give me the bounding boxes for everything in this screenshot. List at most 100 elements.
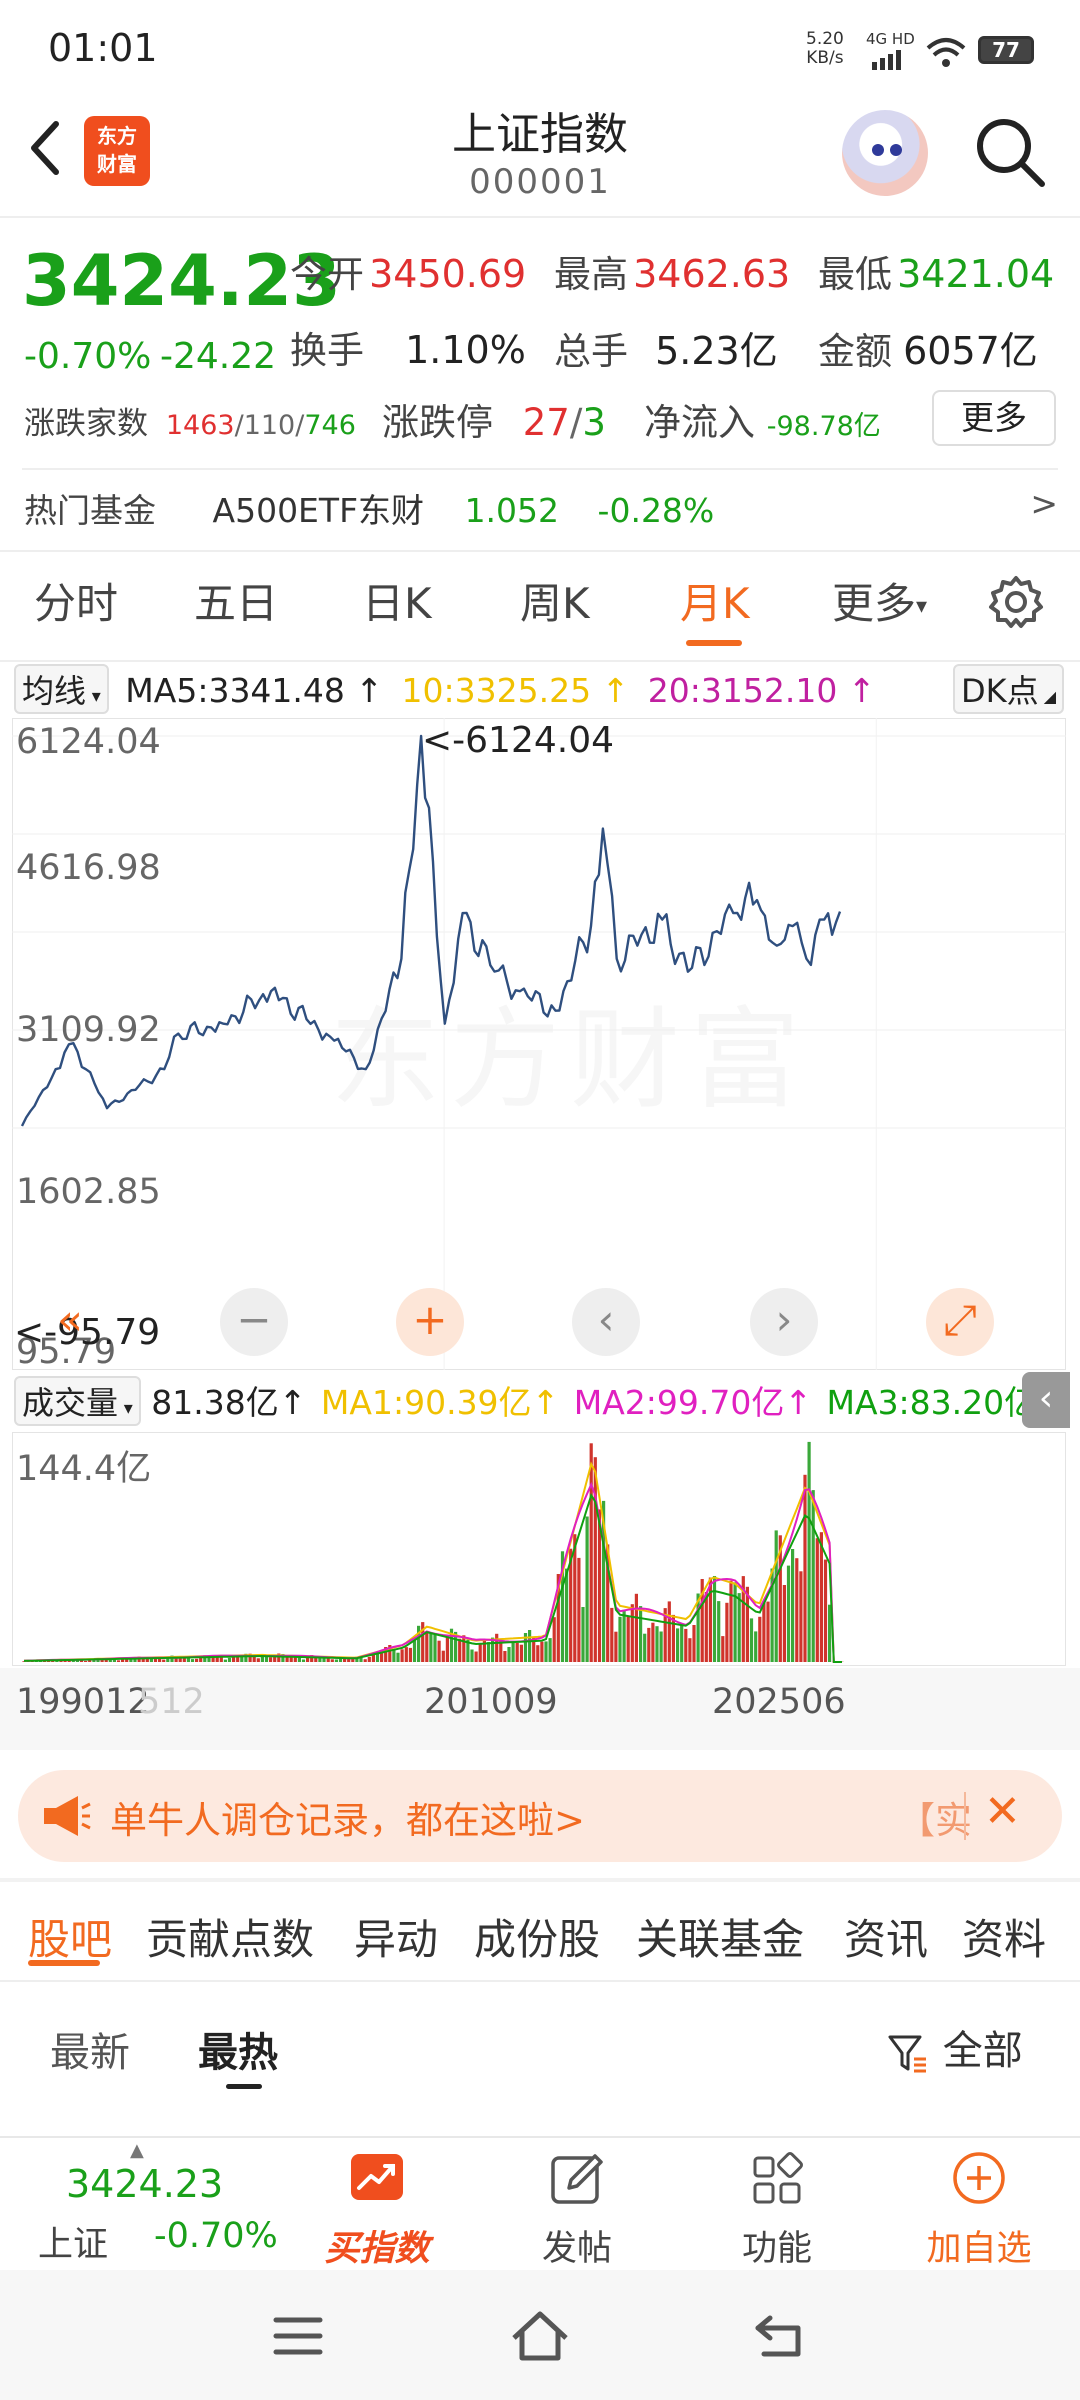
tab-news[interactable]: 资讯 bbox=[844, 1906, 928, 1967]
volume-bar bbox=[552, 1617, 556, 1662]
volume-selector[interactable]: 成交量 ▾ bbox=[14, 1376, 141, 1426]
y-tick-label: 6124.04 bbox=[16, 722, 161, 762]
volume-bar bbox=[676, 1628, 680, 1662]
volume-indicator-row: 成交量 ▾ 81.38亿↑ MA1:90.39亿↑ MA2:99.70亿↑ MA… bbox=[14, 1376, 1080, 1428]
dk-point-button[interactable]: DK点 ◢ bbox=[952, 664, 1064, 714]
volume-bar bbox=[367, 1657, 371, 1662]
mini-quote-price[interactable]: 3424.23 bbox=[66, 2162, 223, 2206]
tab-guba[interactable]: 股吧 bbox=[28, 1906, 112, 1967]
tab-anomaly[interactable]: 异动 bbox=[354, 1906, 438, 1967]
tab-related-funds[interactable]: 关联基金 bbox=[636, 1906, 804, 1967]
volume-bar bbox=[445, 1636, 449, 1662]
volume-bar bbox=[745, 1586, 749, 1662]
dropdown-icon: ▾ bbox=[118, 1398, 133, 1419]
fullscreen-button[interactable]: ⤢ bbox=[926, 1288, 994, 1356]
period-tabs: 分时 五日 日K 周K 月K 更多▾ bbox=[0, 570, 1080, 650]
volume-bar bbox=[659, 1631, 663, 1662]
price-chart[interactable] bbox=[12, 718, 1066, 1370]
price-line bbox=[20, 734, 842, 1127]
turnover-stat: 换手 1.10% bbox=[290, 328, 526, 372]
x-tick-label: 199012 bbox=[16, 1682, 150, 1722]
y-tick-label: 1602.85 bbox=[16, 1172, 161, 1212]
volume-bar bbox=[610, 1607, 614, 1662]
volume-bar bbox=[680, 1624, 684, 1662]
volume-bar bbox=[622, 1609, 626, 1662]
assistant-robot-icon[interactable] bbox=[842, 110, 928, 196]
page-title: 上证指数 bbox=[452, 109, 628, 160]
volume-stat: 总手 5.23亿 bbox=[554, 329, 778, 373]
post-button[interactable]: 发帖 bbox=[512, 2150, 642, 2271]
megaphone-icon bbox=[44, 1796, 91, 1836]
volume-bar bbox=[577, 1557, 581, 1662]
divider bbox=[0, 1878, 1080, 1882]
functions-button[interactable]: 功能 bbox=[712, 2150, 842, 2271]
volume-bar bbox=[334, 1659, 338, 1662]
promo-banner[interactable]: 单牛人调仓记录，都在这啦> 【实 ✕ bbox=[18, 1770, 1062, 1862]
tab-intraday[interactable]: 分时 bbox=[34, 570, 118, 631]
volume-bar bbox=[655, 1626, 659, 1662]
volume-bar bbox=[145, 1659, 149, 1662]
volume-ma2: MA2:99.70亿↑ bbox=[573, 1383, 813, 1422]
hot-fund-row[interactable]: 热门基金 A500ETF东财 1.052 -0.28% > bbox=[24, 484, 1064, 536]
tab-weekly-k[interactable]: 周K bbox=[520, 570, 590, 631]
divider bbox=[0, 1980, 1080, 1982]
ma-selector[interactable]: 均线 ▾ bbox=[14, 664, 109, 714]
volume-bar bbox=[495, 1633, 499, 1662]
volume-bar bbox=[807, 1441, 811, 1662]
menu-icon[interactable] bbox=[272, 2314, 324, 2358]
ma-indicator-row: 均线 ▾ MA5:3341.48 ↑ 10:3325.25 ↑ 20:3152.… bbox=[14, 664, 1074, 714]
volume-bar bbox=[363, 1659, 367, 1662]
home-icon[interactable] bbox=[508, 2308, 572, 2364]
tab-five-day[interactable]: 五日 bbox=[194, 570, 278, 631]
volume-bar bbox=[256, 1658, 260, 1662]
chart-grid bbox=[12, 718, 1066, 1370]
filter-button[interactable]: 全部 bbox=[886, 2018, 1023, 2076]
sort-newest[interactable]: 最新 bbox=[50, 2020, 130, 2078]
network-speed: 5.20 KB/s bbox=[806, 29, 844, 68]
volume-bar bbox=[301, 1659, 306, 1662]
volume-bar bbox=[811, 1490, 815, 1662]
more-button[interactable]: 更多 bbox=[932, 390, 1056, 446]
tab-monthly-k[interactable]: 月K bbox=[680, 570, 750, 631]
gear-icon[interactable] bbox=[988, 574, 1044, 630]
tab-daily-k[interactable]: 日K bbox=[362, 570, 432, 631]
tab-constituents[interactable]: 成份股 bbox=[474, 1906, 600, 1967]
back-arrow-icon[interactable] bbox=[26, 118, 66, 178]
volume-bar bbox=[651, 1622, 655, 1662]
sort-hottest[interactable]: 最热 bbox=[198, 2020, 278, 2078]
volume-bar bbox=[264, 1656, 269, 1662]
wifi-icon bbox=[926, 38, 966, 67]
scroll-start-icon[interactable]: « bbox=[36, 1288, 104, 1356]
close-icon[interactable]: ✕ bbox=[984, 1786, 1021, 1837]
volume-bar bbox=[223, 1659, 227, 1662]
volume-bar bbox=[84, 1661, 88, 1662]
zoom-out-button[interactable]: − bbox=[220, 1288, 288, 1356]
tab-profile[interactable]: 资料 bbox=[962, 1906, 1046, 1967]
volume-bar bbox=[503, 1651, 507, 1662]
volume-bar bbox=[528, 1630, 532, 1662]
volume-chart bbox=[22, 1441, 844, 1663]
tab-contribution[interactable]: 贡献点数 bbox=[146, 1906, 314, 1967]
volume-bar bbox=[803, 1474, 807, 1662]
active-tab-indicator bbox=[28, 1960, 100, 1966]
volume-bar bbox=[828, 1604, 832, 1662]
pan-left-button[interactable]: ‹ bbox=[572, 1288, 640, 1356]
volume-bar bbox=[643, 1633, 647, 1662]
volume-bar bbox=[515, 1642, 519, 1662]
add-watchlist-button[interactable]: 加自选 bbox=[914, 2150, 1044, 2271]
volume-bar bbox=[269, 1657, 273, 1662]
dropdown-icon: ▾ bbox=[916, 594, 928, 619]
volume-bar bbox=[474, 1651, 478, 1662]
expand-indicator-icon[interactable]: ▲ bbox=[130, 2140, 144, 2161]
filter-icon bbox=[888, 2035, 926, 2073]
volume-bar bbox=[470, 1649, 474, 1662]
pan-right-button[interactable]: › bbox=[750, 1288, 818, 1356]
collapse-panel-button[interactable]: ‹ bbox=[1022, 1372, 1070, 1428]
volume-bar bbox=[158, 1658, 162, 1662]
back-nav-icon[interactable] bbox=[752, 2310, 808, 2360]
search-icon[interactable] bbox=[972, 114, 1048, 190]
zoom-in-button[interactable]: + bbox=[396, 1288, 464, 1356]
tab-more[interactable]: 更多▾ bbox=[832, 570, 927, 631]
buy-index-button[interactable]: 买指数 bbox=[312, 2150, 442, 2271]
x-axis: 199012 512 201009 202506 bbox=[0, 1668, 1080, 1750]
